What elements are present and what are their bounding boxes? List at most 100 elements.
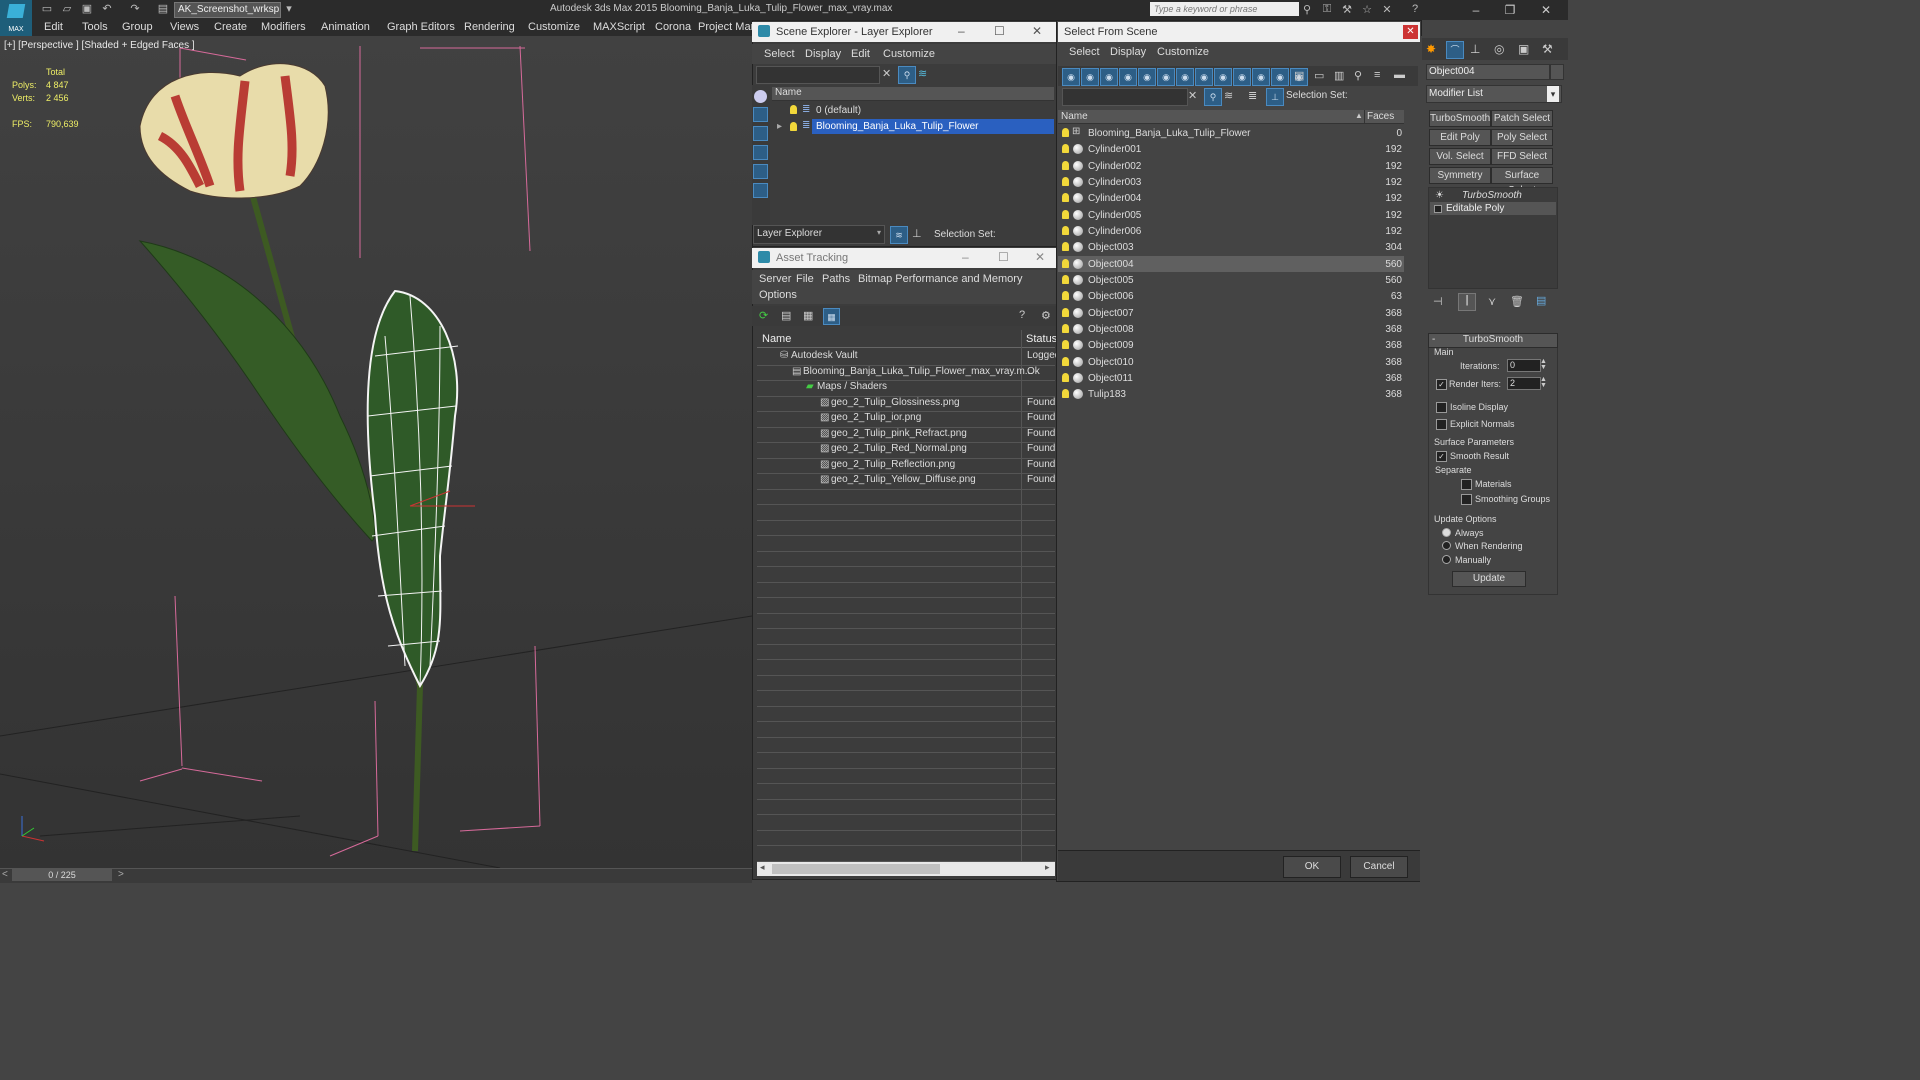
sfs-col-faces[interactable]: Faces — [1367, 111, 1394, 122]
object-light-icon[interactable] — [1062, 323, 1069, 333]
update-button[interactable]: Update — [1452, 571, 1526, 587]
scene-explorer-maximize-icon[interactable]: ☐ — [994, 24, 1005, 38]
object-light-icon[interactable] — [1062, 340, 1069, 350]
cancel-button[interactable]: Cancel — [1350, 856, 1408, 878]
columns-icon[interactable]: ▬ — [1394, 69, 1405, 81]
workspace-dropdown[interactable]: AK_Screenshot_wrksp — [174, 2, 281, 18]
restore-icon[interactable]: ❐ — [1494, 0, 1526, 20]
modifier-list-dropdown[interactable]: Modifier List ▾ — [1426, 85, 1562, 103]
display-tab-icon[interactable]: ▣ — [1518, 42, 1529, 56]
timeline-prev-icon[interactable]: < — [2, 869, 8, 880]
object-light-icon[interactable] — [1062, 258, 1069, 268]
minimize-icon[interactable]: – — [1460, 0, 1492, 20]
menu-item-customize[interactable]: Customize — [528, 21, 580, 33]
asset-row-name[interactable]: geo_2_Tulip_pink_Refract.png — [831, 428, 967, 439]
menu-item-group[interactable]: Group — [122, 21, 153, 33]
search-input[interactable]: Type a keyword or phrase — [1150, 2, 1299, 16]
menu-item-animation[interactable]: Animation — [321, 21, 370, 33]
show-end-result-icon[interactable]: | — [1458, 293, 1476, 311]
object-light-icon[interactable] — [1062, 128, 1069, 137]
always-radio[interactable] — [1442, 528, 1451, 537]
object-light-icon[interactable] — [1062, 242, 1069, 252]
configure-modifier-sets-icon[interactable]: ▤ — [1536, 294, 1546, 307]
sfs-hierarchy-icon[interactable]: ⊥ — [1266, 88, 1284, 106]
object-light-icon[interactable] — [1062, 291, 1069, 301]
object-light-icon[interactable] — [1062, 160, 1069, 170]
render-iters-spinner[interactable]: 2 — [1507, 377, 1541, 390]
filter-space-warps-icon[interactable]: ◉ — [1157, 68, 1175, 86]
save-file-icon[interactable]: ▣ — [80, 2, 94, 16]
object-name-field[interactable]: Object004 — [1426, 64, 1550, 80]
turbosmooth-rollout-header[interactable]: - TurboSmooth — [1428, 333, 1558, 348]
asset-col-status[interactable]: Status — [1026, 333, 1057, 345]
asset-menu-paths[interactable]: Paths — [822, 273, 850, 285]
asset-row-name[interactable]: geo_2_Tulip_Glossiness.png — [831, 397, 960, 408]
filter-cameras-icon[interactable]: ◉ — [1119, 68, 1137, 86]
display-shapes-icon[interactable] — [753, 107, 768, 122]
layer-manager-icon[interactable]: ≋ — [890, 226, 908, 244]
modifier-button-poly-select[interactable]: Poly Select — [1491, 129, 1553, 146]
select-all-icon[interactable]: ▤ — [1294, 69, 1304, 82]
display-cameras-icon[interactable] — [753, 145, 768, 160]
asset-row-name[interactable]: Blooming_Banja_Luka_Tulip_Flower_max_vra… — [803, 366, 1033, 377]
sfs-layers-icon[interactable]: ≋ — [1224, 89, 1233, 102]
asset-row-name[interactable]: geo_2_Tulip_Reflection.png — [831, 459, 955, 470]
scene-explorer-close-icon[interactable]: ✕ — [1032, 24, 1042, 38]
asset-row-name[interactable]: Autodesk Vault — [791, 350, 858, 361]
modifier-button-ffd-select[interactable]: FFD Select — [1491, 148, 1553, 165]
smoothing-groups-checkbox[interactable] — [1461, 494, 1472, 505]
spinner-arrows-icon[interactable]: ▲ ▼ — [1540, 376, 1547, 389]
menu-item-create[interactable]: Create — [214, 21, 247, 33]
object-light-icon[interactable] — [1062, 372, 1069, 382]
sfs-menu-select[interactable]: Select — [1069, 46, 1100, 58]
clear-search-icon[interactable]: ✕ — [882, 67, 891, 80]
asset-menu-server[interactable]: Server — [759, 273, 791, 285]
create-tab-icon[interactable]: ✸ — [1426, 42, 1436, 56]
layer-item-default[interactable]: 0 (default) — [816, 105, 861, 116]
isoline-display-checkbox[interactable] — [1436, 402, 1447, 413]
iterations-spinner[interactable]: 0 — [1507, 359, 1541, 372]
object-color-swatch[interactable] — [1550, 64, 1564, 80]
ok-button[interactable]: OK — [1283, 856, 1341, 878]
filter-frozen-icon[interactable]: ◉ — [1252, 68, 1270, 86]
menu-item-tools[interactable]: Tools — [82, 21, 108, 33]
asset-tracking-maximize-icon[interactable]: ☐ — [998, 250, 1009, 264]
object-light-icon[interactable] — [1062, 209, 1069, 219]
new-file-icon[interactable]: ▭ — [40, 2, 54, 16]
close-icon[interactable]: ✕ — [1530, 0, 1562, 20]
display-geometry-icon[interactable] — [754, 90, 767, 103]
key-icon[interactable]: ⚿ — [1320, 3, 1334, 17]
display-spacewarps-icon[interactable] — [753, 183, 768, 198]
pin-stack-icon[interactable]: ⊣ — [1433, 295, 1443, 308]
stack-item-turbosmooth[interactable]: TurboSmooth — [1462, 190, 1522, 201]
grid-view-icon[interactable]: ▦ — [823, 308, 840, 325]
stack-item-editable-poly[interactable]: Editable Poly — [1446, 203, 1504, 214]
quick-access-menu-icon[interactable]: ▾ — [282, 2, 296, 16]
scene-explorer-minimize-icon[interactable]: – — [958, 24, 965, 38]
expand-arrow-icon[interactable]: ▸ — [777, 121, 782, 132]
scene-explorer-menu-customize[interactable]: Customize — [883, 48, 935, 60]
filter-helpers-icon[interactable]: ◉ — [1138, 68, 1156, 86]
remove-modifier-icon[interactable]: 🗑 — [1510, 295, 1524, 308]
layer-light-icon[interactable] — [790, 122, 797, 131]
display-lights-icon[interactable] — [753, 126, 768, 141]
list-view-icon[interactable]: ▤ — [781, 309, 791, 322]
smooth-result-checkbox[interactable]: ✓ — [1436, 451, 1447, 462]
spinner-arrows-icon[interactable]: ▲ ▼ — [1540, 358, 1547, 371]
timeline-next-icon[interactable]: > — [118, 869, 124, 880]
time-slider[interactable]: 0 / 225 — [12, 869, 112, 881]
modifier-button-symmetry[interactable]: Symmetry — [1429, 167, 1491, 184]
modifier-button-vol-select[interactable]: Vol. Select — [1429, 148, 1491, 165]
asset-tracking-minimize-icon[interactable]: – — [962, 250, 969, 264]
menu-item-corona[interactable]: Corona — [655, 21, 691, 33]
undo-icon[interactable]: ↶ — [100, 2, 114, 16]
help-icon[interactable]: ? — [1408, 3, 1422, 17]
filter-shapes-icon[interactable]: ◉ — [1081, 68, 1099, 86]
make-unique-icon[interactable]: ⋎ — [1488, 295, 1496, 308]
sfs-col-name[interactable]: Name — [1061, 111, 1088, 122]
hierarchy-icon[interactable]: ⊥ — [912, 227, 922, 240]
render-iters-checkbox[interactable]: ✓ — [1436, 379, 1447, 390]
scene-explorer-menu-edit[interactable]: Edit — [851, 48, 870, 60]
menu-item-views[interactable]: Views — [170, 21, 199, 33]
object-light-icon[interactable] — [1062, 389, 1069, 399]
